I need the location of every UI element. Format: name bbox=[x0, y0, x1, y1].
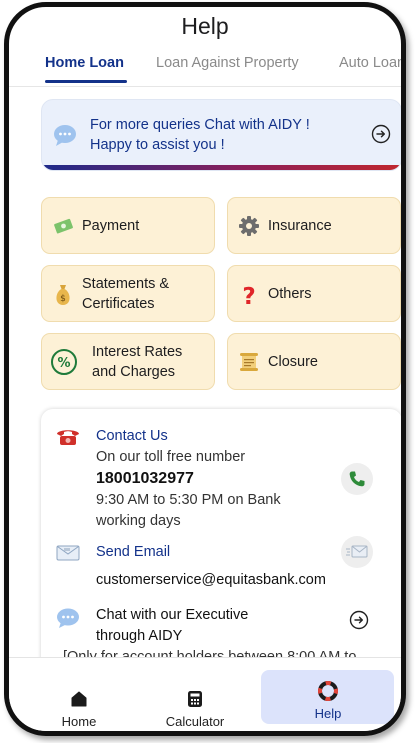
toll-free-number[interactable]: 18001032977 bbox=[96, 470, 194, 488]
nav-calculator-label: Calculator bbox=[165, 714, 225, 729]
contact-card: Contact Us On our toll free number 18001… bbox=[41, 409, 401, 679]
bottom-navigation: Home Calculator Help bbox=[9, 657, 401, 731]
nav-calculator[interactable]: Calculator bbox=[152, 690, 238, 729]
category-closure-label: Closure bbox=[268, 354, 318, 370]
percent-icon: % bbox=[50, 348, 78, 381]
arrow-right-circle-icon[interactable] bbox=[371, 124, 391, 149]
call-button[interactable] bbox=[341, 463, 373, 495]
tab-home-loan[interactable]: Home Loan bbox=[45, 55, 124, 71]
help-screen: Help Home Loan Loan Against Property Aut… bbox=[9, 7, 401, 731]
envelope-icon bbox=[55, 543, 81, 568]
money-icon bbox=[52, 215, 76, 242]
svg-text:?: ? bbox=[242, 284, 255, 307]
category-statements-label-line-1: Statements & bbox=[82, 276, 170, 292]
category-statements-label: Statements & Certificates bbox=[82, 274, 169, 314]
active-tab-indicator bbox=[45, 80, 127, 83]
contact-us-title: Contact Us bbox=[96, 428, 168, 444]
chat-bubble-icon bbox=[55, 606, 81, 635]
telephone-icon bbox=[55, 427, 81, 452]
category-statements-certificates[interactable]: $ Statements & Certificates bbox=[41, 265, 215, 322]
chat-banner-line-2: Happy to assist you ! bbox=[90, 137, 225, 153]
lifebuoy-icon bbox=[288, 681, 368, 704]
scroll-icon bbox=[238, 351, 260, 378]
category-payment-label: Payment bbox=[82, 218, 140, 234]
category-interest-label: Interest Rates and Charges bbox=[92, 342, 182, 382]
tab-auto-loan[interactable]: Auto Loan bbox=[339, 55, 401, 71]
nav-home-label: Home bbox=[61, 714, 97, 729]
loan-tabs: Home Loan Loan Against Property Auto Loa… bbox=[9, 51, 401, 85]
home-icon bbox=[39, 690, 119, 711]
chat-exec-title-line-2[interactable]: through AIDY bbox=[96, 628, 182, 644]
send-email-title[interactable]: Send Email bbox=[96, 544, 170, 560]
category-payment[interactable]: Payment bbox=[41, 197, 215, 254]
nav-help[interactable]: Help bbox=[288, 681, 368, 721]
category-insurance-label: Insurance bbox=[268, 218, 332, 234]
chat-banner-text: For more queries Chat with AIDY ! Happy … bbox=[90, 115, 350, 155]
chat-bubble-icon bbox=[52, 122, 78, 153]
email-button[interactable] bbox=[341, 536, 373, 568]
gear-icon bbox=[238, 215, 260, 242]
chat-banner-line-1: For more queries Chat with AIDY ! bbox=[90, 117, 310, 133]
category-interest-rates-charges[interactable]: % Interest Rates and Charges bbox=[41, 333, 215, 390]
chat-exec-title-line-1[interactable]: Chat with our Executive bbox=[96, 607, 248, 623]
page-title: Help bbox=[181, 13, 229, 39]
send-mail-icon bbox=[346, 545, 368, 564]
email-address[interactable]: customerservice@equitasbank.com bbox=[96, 572, 326, 588]
category-closure[interactable]: Closure bbox=[227, 333, 401, 390]
phone-icon bbox=[348, 470, 366, 493]
category-interest-label-line-1: Interest Rates bbox=[92, 344, 183, 360]
question-mark-icon: ? bbox=[238, 283, 260, 312]
phone-frame: Help Home Loan Loan Against Property Aut… bbox=[4, 2, 406, 736]
category-statements-label-line-2: Certificates bbox=[82, 296, 155, 312]
category-interest-label-line-2: and Charges bbox=[92, 364, 176, 380]
svg-text:$: $ bbox=[60, 294, 66, 304]
hours-text-line-2: working days bbox=[96, 513, 181, 529]
svg-text:%: % bbox=[57, 356, 70, 371]
category-others-label: Others bbox=[268, 286, 312, 302]
hours-text-line-1: 9:30 AM to 5:30 PM on Bank bbox=[96, 492, 281, 508]
tabs-divider bbox=[9, 86, 401, 87]
chat-with-aidy-banner[interactable]: For more queries Chat with AIDY ! Happy … bbox=[41, 99, 401, 171]
nav-home[interactable]: Home bbox=[39, 690, 119, 729]
banner-gradient-bar bbox=[42, 165, 401, 170]
arrow-right-circle-icon[interactable] bbox=[349, 610, 369, 635]
money-bag-icon: $ bbox=[52, 283, 74, 312]
calculator-icon bbox=[152, 690, 238, 711]
category-others[interactable]: ? Others bbox=[227, 265, 401, 322]
tab-loan-against-property[interactable]: Loan Against Property bbox=[156, 55, 299, 71]
nav-help-label: Help bbox=[314, 706, 342, 721]
category-insurance[interactable]: Insurance bbox=[227, 197, 401, 254]
toll-free-text: On our toll free number bbox=[96, 449, 246, 465]
